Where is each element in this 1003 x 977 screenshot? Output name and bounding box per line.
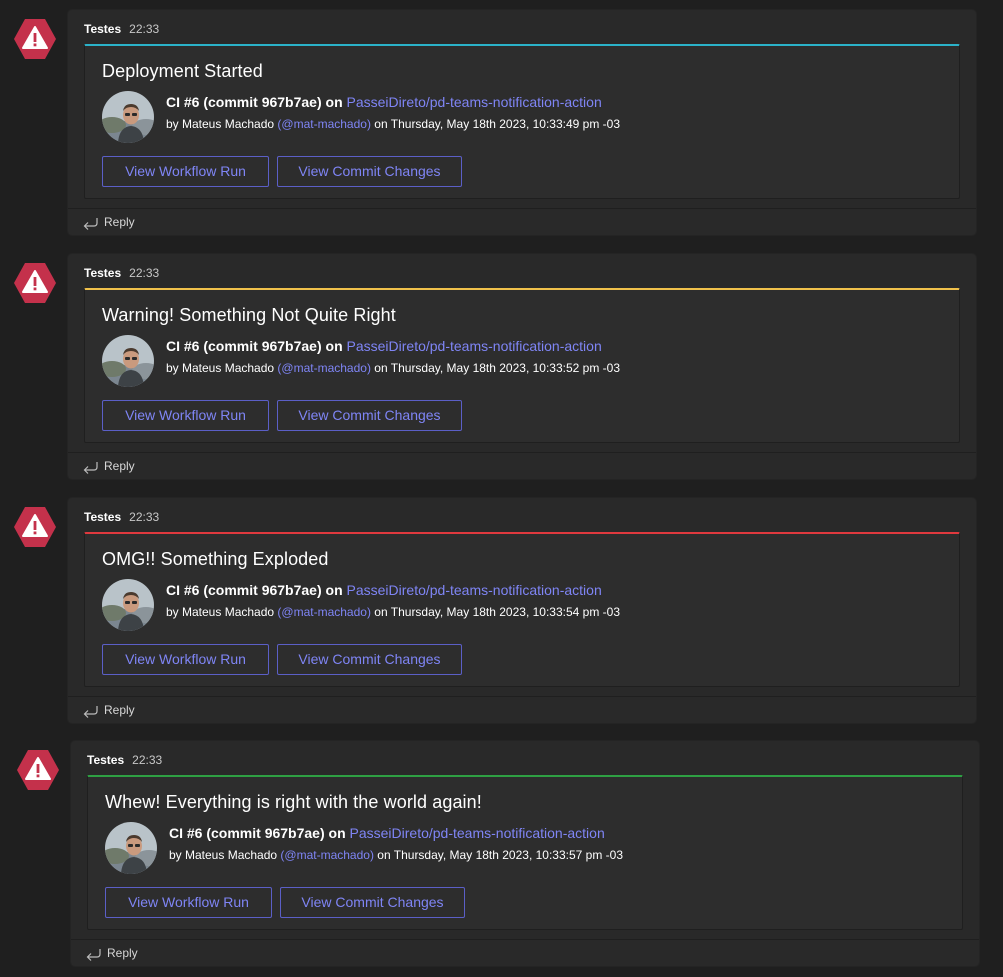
- sender-name: Testes: [84, 510, 122, 524]
- author-handle-link[interactable]: (@mat-machado): [277, 605, 371, 619]
- view-workflow-run-button[interactable]: View Workflow Run: [105, 887, 272, 918]
- repo-link[interactable]: PasseiDireto/pd-teams-notification-actio…: [347, 582, 602, 598]
- commit-date: on Thursday, May 18th 2023, 10:33:52 pm …: [374, 361, 621, 375]
- view-workflow-run-button[interactable]: View Workflow Run: [102, 644, 269, 675]
- view-commit-changes-button[interactable]: View Commit Changes: [277, 644, 462, 675]
- view-commit-changes-button[interactable]: View Commit Changes: [280, 887, 465, 918]
- ci-line: CI #6 (commit 967b7ae) on PasseiDireto/p…: [166, 582, 602, 599]
- warning-triangle-icon: [13, 261, 57, 305]
- reply-arrow-icon: [82, 704, 98, 718]
- message-time: 22:33: [129, 22, 160, 36]
- message-header: Testes 22:33: [84, 266, 159, 280]
- card-title: Whew! Everything is right with the world…: [105, 792, 482, 812]
- author-name: by Mateus Machado: [169, 848, 278, 862]
- reply-button[interactable]: Reply: [68, 696, 976, 725]
- sender-name: Testes: [84, 266, 122, 280]
- reply-button[interactable]: Reply: [68, 208, 976, 237]
- sender-name: Testes: [87, 753, 125, 767]
- message-bubble: Testes 22:33 Warning! Something Not Quite…: [68, 254, 976, 479]
- repo-link[interactable]: PasseiDireto/pd-teams-notification-actio…: [347, 94, 602, 110]
- message-bubble: Testes 22:33 Deployment Started CI #6 (co…: [68, 10, 976, 235]
- author-handle-link[interactable]: (@mat-machado): [277, 361, 371, 375]
- message-time: 22:33: [132, 753, 163, 767]
- message-bubble: Testes 22:33 Whew! Everything is right wi…: [71, 741, 979, 966]
- card-title: OMG!! Something Exploded: [102, 549, 329, 569]
- message-time: 22:33: [129, 266, 160, 280]
- ci-label: CI #6 (commit 967b7ae): [166, 94, 322, 110]
- adaptive-card: Whew! Everything is right with the world…: [87, 775, 963, 930]
- reply-label: Reply: [107, 946, 138, 960]
- ci-label: CI #6 (commit 967b7ae): [166, 582, 322, 598]
- repo-link[interactable]: PasseiDireto/pd-teams-notification-actio…: [350, 825, 605, 841]
- reply-arrow-icon: [82, 460, 98, 474]
- adaptive-card: Deployment Started CI #6 (commit 967b7ae…: [84, 44, 960, 199]
- view-workflow-run-button[interactable]: View Workflow Run: [102, 400, 269, 431]
- author-handle-link[interactable]: (@mat-machado): [280, 848, 374, 862]
- on-word: on: [325, 94, 343, 110]
- message-header: Testes 22:33: [84, 22, 159, 36]
- warning-triangle-icon: [13, 17, 57, 61]
- author-name: by Mateus Machado: [166, 117, 275, 131]
- author-line: by Mateus Machado (@mat-machado) on Thur…: [166, 117, 620, 132]
- author-avatar: [102, 579, 154, 631]
- reply-button[interactable]: Reply: [71, 939, 979, 968]
- author-avatar: [105, 822, 157, 874]
- repo-link[interactable]: PasseiDireto/pd-teams-notification-actio…: [347, 338, 602, 354]
- view-workflow-run-button[interactable]: View Workflow Run: [102, 156, 269, 187]
- message-header: Testes 22:33: [84, 510, 159, 524]
- commit-date: on Thursday, May 18th 2023, 10:33:49 pm …: [374, 117, 621, 131]
- commit-date: on Thursday, May 18th 2023, 10:33:57 pm …: [377, 848, 624, 862]
- author-avatar: [102, 335, 154, 387]
- message-time: 22:33: [129, 510, 160, 524]
- adaptive-card: OMG!! Something Exploded CI #6 (commit 9…: [84, 532, 960, 687]
- on-word: on: [325, 582, 343, 598]
- on-word: on: [328, 825, 346, 841]
- author-line: by Mateus Machado (@mat-machado) on Thur…: [166, 605, 620, 620]
- view-commit-changes-button[interactable]: View Commit Changes: [277, 156, 462, 187]
- author-name: by Mateus Machado: [166, 605, 275, 619]
- view-commit-changes-button[interactable]: View Commit Changes: [277, 400, 462, 431]
- author-line: by Mateus Machado (@mat-machado) on Thur…: [169, 848, 623, 863]
- author-handle-link[interactable]: (@mat-machado): [277, 117, 371, 131]
- on-word: on: [325, 338, 343, 354]
- reply-label: Reply: [104, 215, 135, 229]
- reply-button[interactable]: Reply: [68, 452, 976, 481]
- ci-line: CI #6 (commit 967b7ae) on PasseiDireto/p…: [166, 94, 602, 111]
- sender-name: Testes: [84, 22, 122, 36]
- ci-line: CI #6 (commit 967b7ae) on PasseiDireto/p…: [166, 338, 602, 355]
- ci-line: CI #6 (commit 967b7ae) on PasseiDireto/p…: [169, 825, 605, 842]
- warning-triangle-icon: [16, 748, 60, 792]
- author-line: by Mateus Machado (@mat-machado) on Thur…: [166, 361, 620, 376]
- warning-triangle-icon: [13, 505, 57, 549]
- card-title: Deployment Started: [102, 61, 263, 81]
- reply-arrow-icon: [82, 216, 98, 230]
- reply-label: Reply: [104, 703, 135, 717]
- reply-label: Reply: [104, 459, 135, 473]
- message-header: Testes 22:33: [87, 753, 162, 767]
- author-name: by Mateus Machado: [166, 361, 275, 375]
- author-avatar: [102, 91, 154, 143]
- reply-arrow-icon: [85, 947, 101, 961]
- ci-label: CI #6 (commit 967b7ae): [169, 825, 325, 841]
- ci-label: CI #6 (commit 967b7ae): [166, 338, 322, 354]
- card-title: Warning! Something Not Quite Right: [102, 305, 396, 325]
- adaptive-card: Warning! Something Not Quite Right CI #6…: [84, 288, 960, 443]
- message-bubble: Testes 22:33 OMG!! Something Exploded CI …: [68, 498, 976, 723]
- commit-date: on Thursday, May 18th 2023, 10:33:54 pm …: [374, 605, 621, 619]
